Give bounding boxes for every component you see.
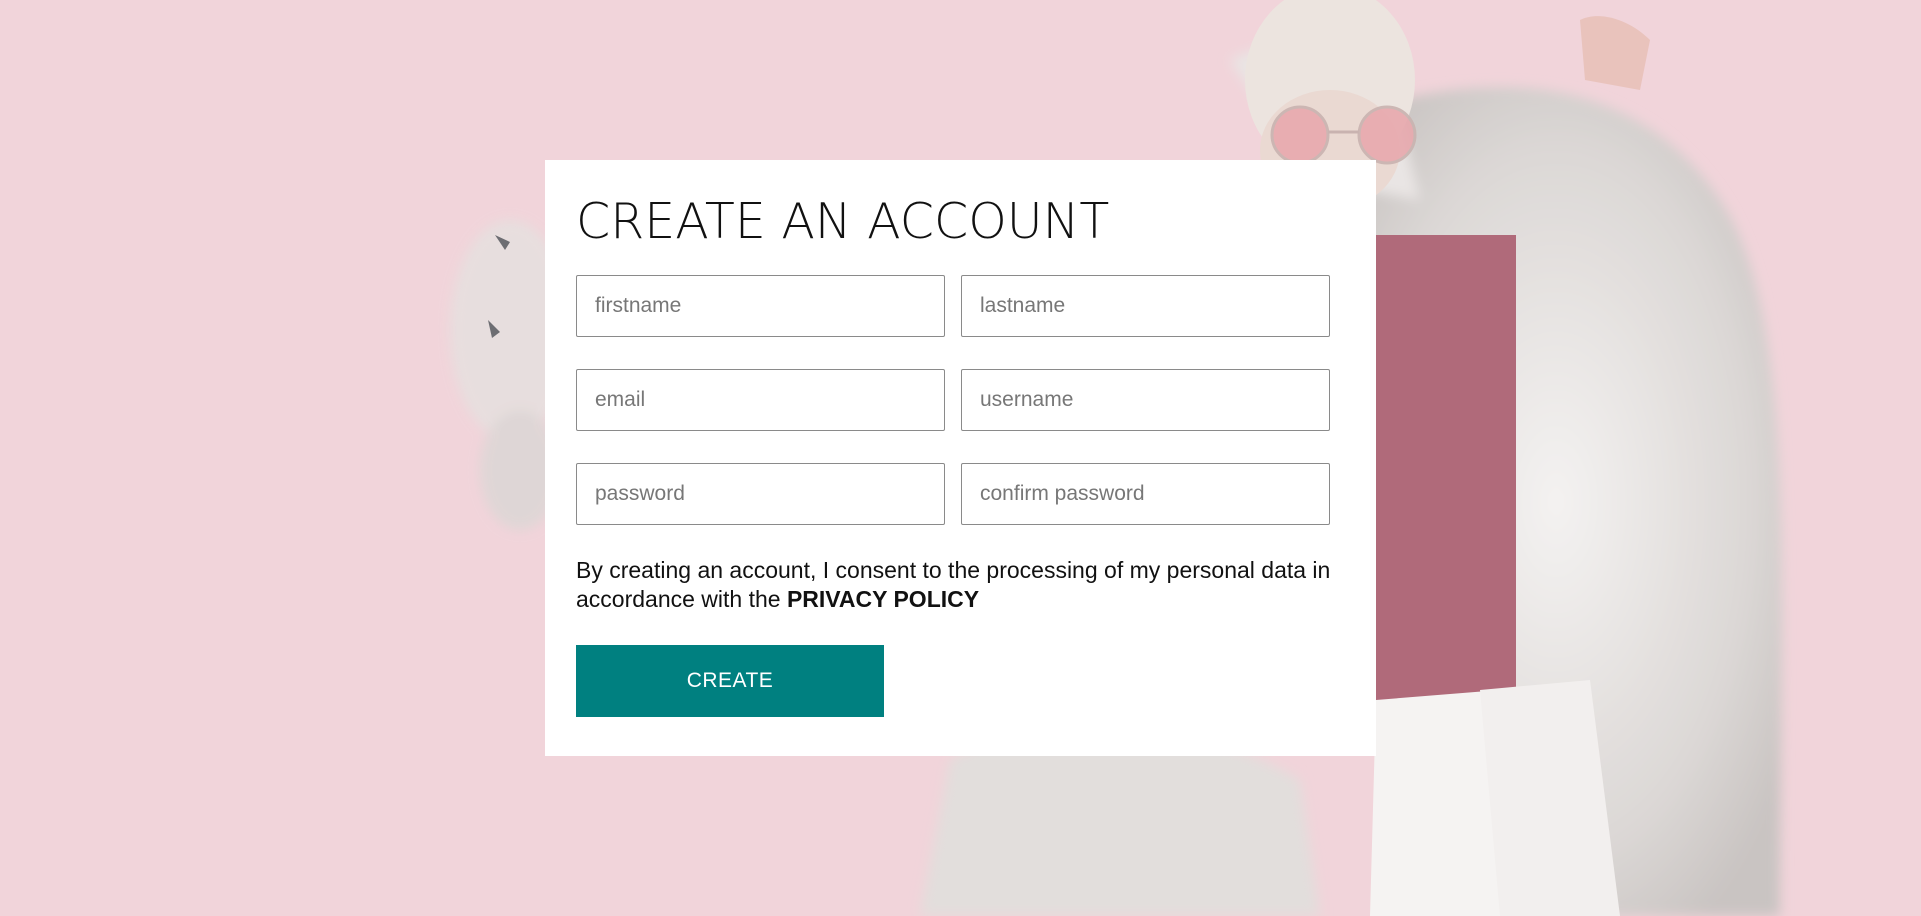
confirm-password-input[interactable]	[961, 463, 1330, 525]
lastname-input[interactable]	[961, 275, 1330, 337]
password-input[interactable]	[576, 463, 945, 525]
create-button[interactable]: CREATE	[576, 645, 884, 717]
firstname-input[interactable]	[576, 275, 945, 337]
consent-text: By creating an account, I consent to the…	[576, 556, 1346, 614]
email-input[interactable]	[576, 369, 945, 431]
page-title: CREATE AN ACCOUNT	[576, 193, 1110, 250]
privacy-policy-link[interactable]: PRIVACY POLICY	[787, 586, 979, 612]
signup-fields	[576, 275, 1345, 525]
username-input[interactable]	[961, 369, 1330, 431]
signup-card: CREATE AN ACCOUNT By creating an account…	[545, 160, 1376, 756]
register-page: CREATE AN ACCOUNT By creating an account…	[0, 0, 1921, 916]
